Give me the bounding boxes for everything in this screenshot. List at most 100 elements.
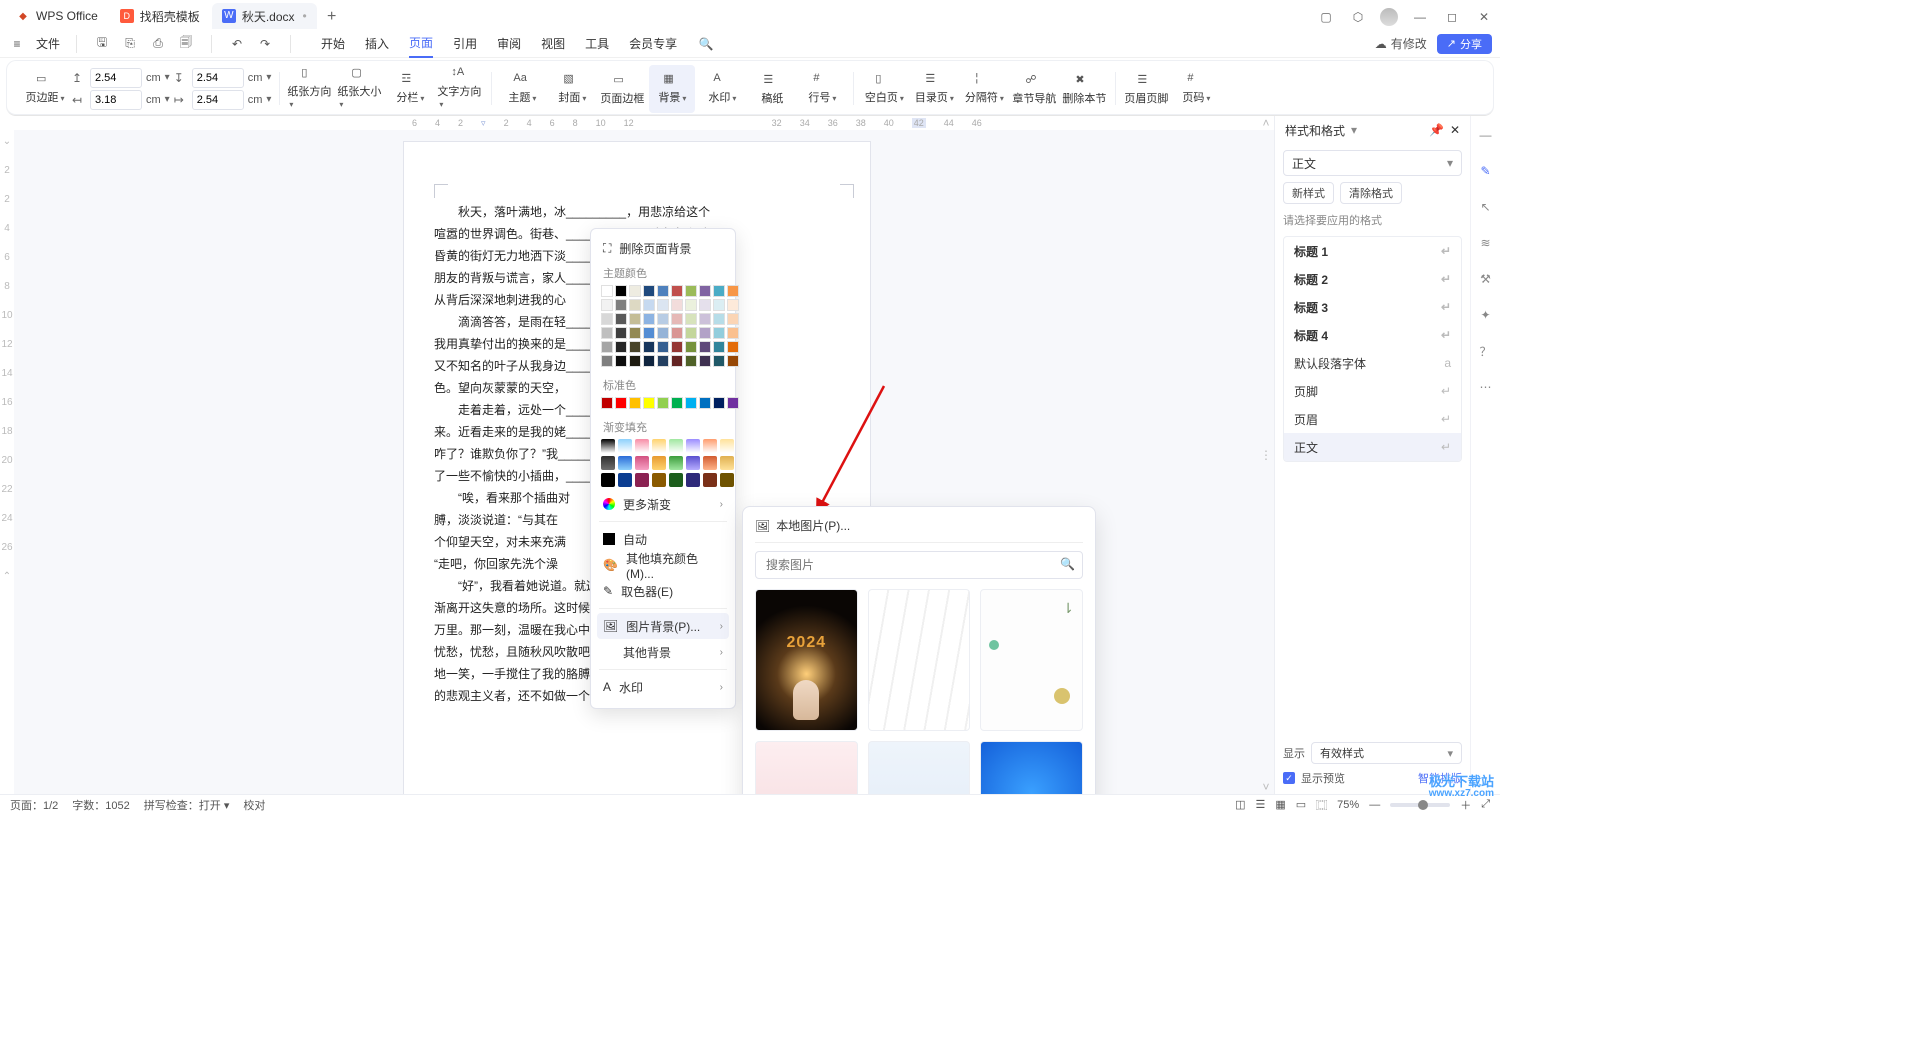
minimize-button[interactable]: — (1410, 7, 1430, 27)
undo-icon[interactable]: ↶ (228, 35, 246, 53)
spell-check-status[interactable]: 拼写检查：打开 ▾ (144, 797, 230, 813)
delete-section-button[interactable]: ✖删除本节 (1061, 65, 1107, 113)
paper-direction-button[interactable]: ▯纸张方向▾ (287, 65, 333, 113)
page-border-button[interactable]: ▭页面边框 (599, 65, 645, 113)
margin-top-input[interactable] (90, 68, 142, 88)
standard-color-grid[interactable] (597, 395, 729, 415)
local-image-option[interactable]: 🖼本地图片(P)... (755, 517, 1083, 534)
toc-button[interactable]: ☰目录页▾ (911, 65, 957, 113)
stepper-icon[interactable]: ▾ (266, 72, 271, 83)
layers-icon[interactable]: ≋ (1477, 234, 1495, 252)
watermark-button[interactable]: A水印▾ (699, 65, 745, 113)
other-fill-color[interactable]: 🎨其他填充颜色(M)... (597, 552, 729, 578)
maximize-button[interactable]: ◻ (1442, 7, 1462, 27)
view-mode-icon[interactable]: ◫ (1235, 798, 1245, 811)
cursor-icon[interactable]: ↖ (1477, 198, 1495, 216)
new-tab-button[interactable]: + (319, 3, 345, 30)
menu-tab-tools[interactable]: 工具 (585, 30, 609, 58)
page-number-button[interactable]: #页码▾ (1173, 65, 1219, 113)
menu-tab-page[interactable]: 页面 (409, 30, 433, 58)
display-select[interactable]: 有效样式▾ (1311, 742, 1462, 764)
avatar[interactable] (1380, 8, 1398, 26)
paper-size-button[interactable]: ▢纸张大小▾ (337, 65, 383, 113)
new-style-button[interactable]: 新样式 (1283, 182, 1334, 204)
brush-icon[interactable]: ✎ (1477, 162, 1495, 180)
paper-button[interactable]: ☰稿纸 (749, 65, 795, 113)
pin-icon[interactable]: 📌 (1429, 123, 1444, 137)
image-search-input[interactable] (755, 551, 1083, 579)
more-icon[interactable]: ⋯ (1477, 378, 1495, 396)
bg-thumb-6[interactable] (980, 741, 1083, 794)
tab-wps-home[interactable]: ◆ WPS Office (6, 3, 108, 29)
zoom-slider[interactable] (1390, 803, 1450, 807)
margin-left-input[interactable] (90, 90, 142, 110)
word-count[interactable]: 字数：1052 (72, 797, 129, 813)
current-style-select[interactable]: 正文▾ (1283, 150, 1462, 176)
stepper-icon[interactable]: ▾ (165, 72, 170, 83)
bg-thumb-5[interactable]: 🐧 (868, 741, 971, 794)
cover-button[interactable]: ▧封面▾ (549, 65, 595, 113)
header-footer-button[interactable]: ☰页眉页脚 (1123, 65, 1169, 113)
remove-page-bg[interactable]: ⛶删除页面背景 (597, 235, 729, 261)
zoom-value[interactable]: 75% (1337, 799, 1359, 811)
preview-checkbox[interactable]: ✓ (1283, 772, 1295, 784)
menu-tab-insert[interactable]: 插入 (365, 30, 389, 58)
vertical-scroll[interactable]: ˄⋮˅ (1260, 116, 1272, 794)
redo-icon[interactable]: ↷ (256, 35, 274, 53)
chapter-nav-button[interactable]: ☍章节导航 (1011, 65, 1057, 113)
bg-thumb-3[interactable]: ⇂ (980, 589, 1083, 731)
close-button[interactable]: ✕ (1474, 7, 1494, 27)
eyedropper[interactable]: ✎取色器(E) (597, 578, 729, 604)
print-icon[interactable]: ⎙ (149, 35, 167, 53)
clear-format-button[interactable]: 清除格式 (1340, 182, 1402, 204)
more-gradient[interactable]: 更多渐变› (597, 491, 729, 517)
theme-color-grid[interactable] (597, 283, 729, 373)
zoom-out[interactable]: — (1369, 799, 1380, 811)
collapse-icon[interactable]: — (1477, 126, 1495, 144)
style-heading3[interactable]: 标题 3↵ (1284, 293, 1461, 321)
menu-file[interactable]: 文件 (36, 35, 60, 52)
style-heading1[interactable]: 标题 1↵ (1284, 237, 1461, 265)
auto-color[interactable]: 自动 (597, 526, 729, 552)
menu-tab-start[interactable]: 开始 (321, 30, 345, 58)
tab-document[interactable]: W 秋天.docx • (212, 3, 317, 29)
tab-templates[interactable]: D 找稻壳模板 (110, 3, 210, 29)
text-direction-button[interactable]: ↕A文字方向▾ (437, 65, 483, 113)
sparkle-icon[interactable]: ✦ (1477, 306, 1495, 324)
view-mode-icon[interactable]: ▭ (1296, 798, 1306, 811)
menu-tab-ref[interactable]: 引用 (453, 30, 477, 58)
page-margin-button[interactable]: ▭页边距▾ (22, 65, 68, 113)
style-default-para[interactable]: 默认段落字体a (1284, 349, 1461, 377)
menu-tab-review[interactable]: 审阅 (497, 30, 521, 58)
gradient-grid[interactable] (597, 437, 729, 491)
canvas[interactable]: 642 ▿ 24681012 3234363840424446 秋天，落叶满地，… (14, 116, 1274, 794)
view-mode-icon[interactable]: ⿴ (1316, 797, 1327, 813)
columns-button[interactable]: ☲分栏▾ (387, 65, 433, 113)
separator-button[interactable]: ¦分隔符▾ (961, 65, 1007, 113)
style-normal[interactable]: 正文↵ (1284, 433, 1461, 461)
menu-tab-member[interactable]: 会员专享 (629, 30, 677, 58)
view-mode-icon[interactable]: ▦ (1275, 798, 1285, 811)
proofread[interactable]: 校对 (243, 797, 265, 813)
print-preview-icon[interactable]: 🗐 (177, 35, 195, 53)
background-button[interactable]: ▦背景▾ (649, 65, 695, 113)
export-icon[interactable]: ⎘ (121, 35, 139, 53)
margin-bottom-input[interactable] (192, 68, 244, 88)
close-pane-icon[interactable]: ✕ (1450, 123, 1460, 137)
save-icon[interactable]: 🖫 (93, 35, 111, 53)
has-changes-chip[interactable]: ☁ 有修改 (1375, 35, 1427, 52)
style-header[interactable]: 页眉↵ (1284, 405, 1461, 433)
view-mode-icon[interactable]: ☰ (1255, 798, 1265, 811)
search-icon[interactable]: 🔍 (697, 35, 715, 53)
tool-icon[interactable]: ⚒ (1477, 270, 1495, 288)
page-indicator[interactable]: 页面：1/2 (10, 797, 58, 813)
cube-icon[interactable]: ⬡ (1348, 7, 1368, 27)
search-icon[interactable]: 🔍 (1060, 557, 1075, 571)
share-button[interactable]: ↗ 分享 (1437, 34, 1492, 54)
bg-thumb-1[interactable]: 2024 (755, 589, 858, 731)
style-heading2[interactable]: 标题 2↵ (1284, 265, 1461, 293)
layout-icon[interactable]: ▢ (1316, 7, 1336, 27)
hamburger-icon[interactable]: ≡ (8, 35, 26, 53)
style-heading4[interactable]: 标题 4↵ (1284, 321, 1461, 349)
menu-tab-view[interactable]: 视图 (541, 30, 565, 58)
